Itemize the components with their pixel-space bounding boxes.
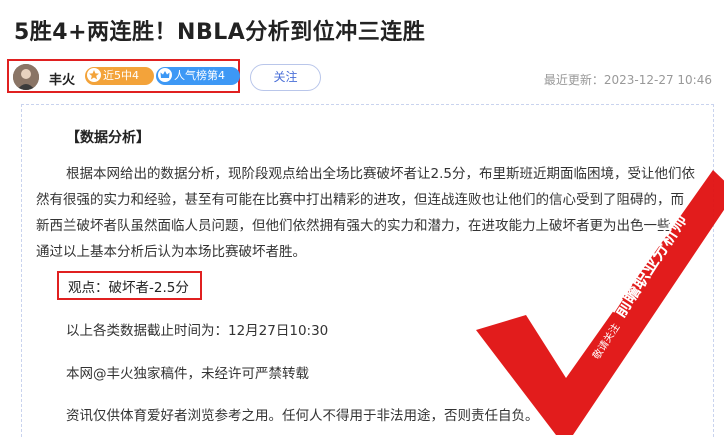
data-deadline: 以上各类数据截止时间为：12月27日10:30 [66, 323, 329, 339]
section-title: 【数据分析】 [66, 130, 150, 146]
follow-button[interactable]: 关注 [250, 64, 321, 91]
avatar[interactable] [13, 64, 39, 90]
star-icon [87, 68, 101, 82]
copyright-notice: 本网@丰火独家稿件，未经许可严禁转载 [66, 366, 309, 382]
crown-icon [158, 68, 172, 82]
author-name[interactable]: 丰火 [49, 69, 75, 88]
streak-badge: 近5中4 [85, 67, 154, 85]
checkmark-icon [476, 170, 724, 435]
streak-badge-label: 近5中4 [103, 69, 139, 82]
viewpoint-text: 观点：破坏者-2.5分 [68, 280, 189, 296]
popularity-badge-label: 人气榜第4 [174, 69, 225, 82]
popularity-badge: 人气榜第4 [156, 67, 240, 85]
article-title: 5胜4+两连胜！NBLA分析到位冲三连胜 [14, 20, 426, 45]
analyst-checkmark-stamp: 敬请关注 前瞻职业分析师 [476, 170, 724, 435]
update-time: 最近更新：2023-12-27 10:46 [543, 73, 712, 87]
